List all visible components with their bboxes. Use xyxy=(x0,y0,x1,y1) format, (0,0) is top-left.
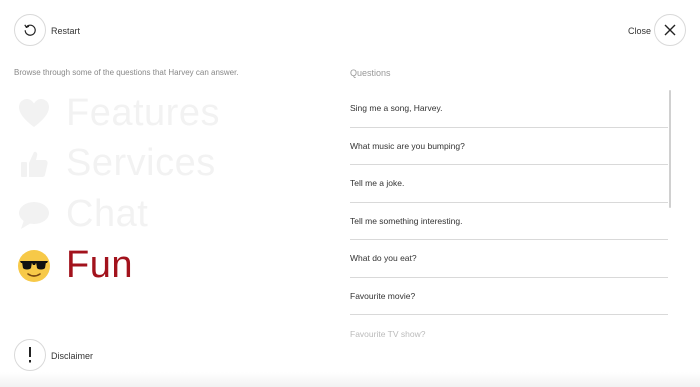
questions-heading: Questions xyxy=(350,68,391,78)
intro-text: Browse through some of the questions tha… xyxy=(14,68,239,77)
question-item[interactable]: Favourite TV show? xyxy=(350,315,668,353)
category-services[interactable]: Services xyxy=(14,142,216,185)
category-chat[interactable]: Chat xyxy=(14,193,148,236)
heart-icon xyxy=(14,94,54,134)
question-item[interactable]: What do you eat? xyxy=(350,240,668,278)
category-name: Chat xyxy=(66,193,149,235)
category-features[interactable]: Features xyxy=(14,92,220,135)
close-icon xyxy=(664,24,676,36)
restart-icon xyxy=(24,24,36,36)
thumbs-up-icon xyxy=(14,144,54,184)
close-button[interactable] xyxy=(654,14,686,46)
close-label[interactable]: Close xyxy=(628,26,651,36)
category-name: Services xyxy=(66,142,216,184)
disclaimer-label[interactable]: Disclaimer xyxy=(51,351,93,361)
question-item[interactable]: Tell me something interesting. xyxy=(350,203,668,240)
category-fun[interactable]: Fun xyxy=(14,244,133,287)
question-item[interactable]: What music are you bumping? xyxy=(350,128,668,165)
exclamation-icon xyxy=(29,347,31,363)
question-item[interactable]: Sing me a song, Harvey. xyxy=(350,90,668,128)
bottom-shade xyxy=(0,372,700,387)
questions-scrollbar[interactable] xyxy=(669,90,671,208)
restart-button[interactable] xyxy=(14,14,46,46)
questions-list: Sing me a song, Harvey. What music are y… xyxy=(350,90,668,353)
chat-bubble-icon xyxy=(14,195,54,235)
restart-label[interactable]: Restart xyxy=(51,26,80,36)
question-item[interactable]: Favourite movie? xyxy=(350,278,668,315)
question-item[interactable]: Tell me a joke. xyxy=(350,165,668,203)
category-name: Features xyxy=(66,92,220,134)
disclaimer-button[interactable] xyxy=(14,339,46,371)
category-name: Fun xyxy=(66,244,133,286)
sunglasses-face-icon xyxy=(14,246,54,286)
